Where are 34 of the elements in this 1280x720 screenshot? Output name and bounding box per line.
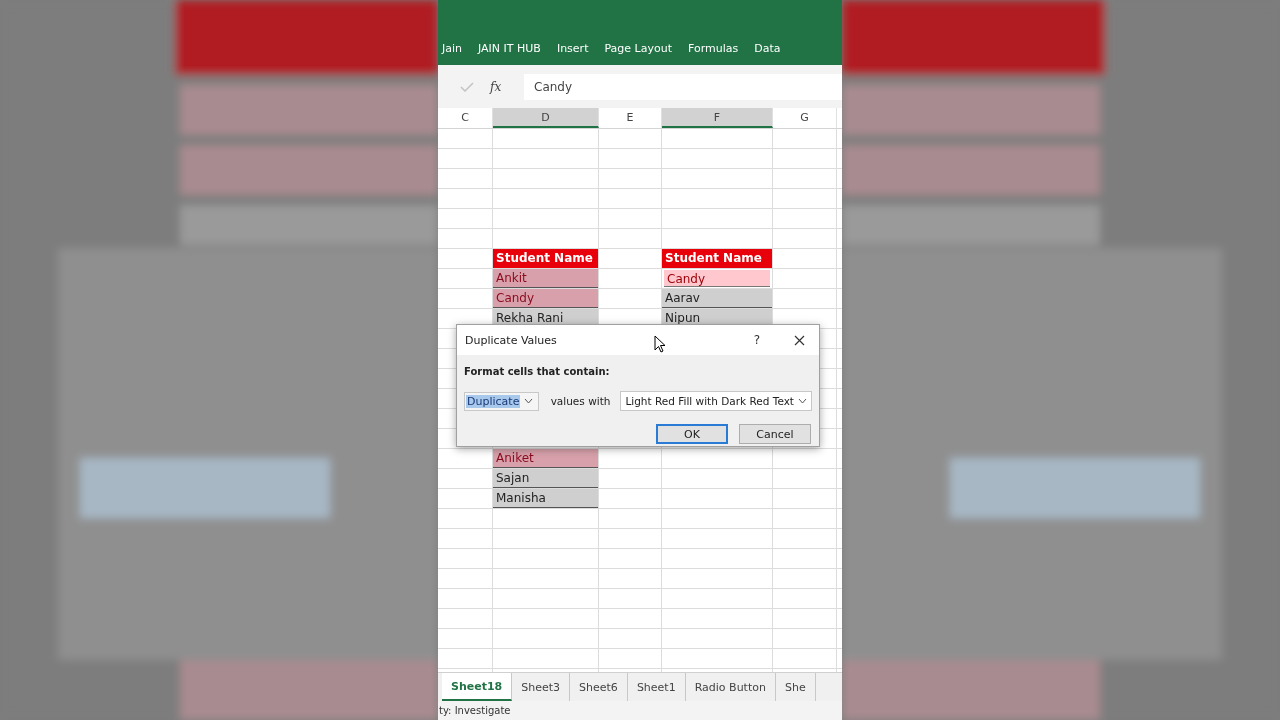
column-header[interactable]: G (773, 108, 837, 128)
ribbon-tab[interactable]: Insert (548, 42, 597, 55)
format-dropdown[interactable]: Light Red Fill with Dark Red Text (620, 391, 812, 411)
table-cell[interactable]: Manisha (493, 489, 598, 508)
values-with-label: values with (550, 395, 611, 407)
check-icon[interactable] (460, 81, 474, 92)
table-cell[interactable]: Aarav (662, 289, 772, 308)
status-text: ty: Investigate (439, 705, 511, 716)
table-cell[interactable]: Sajan (493, 469, 598, 488)
caret-icon (798, 398, 807, 404)
help-button[interactable]: ? (753, 333, 760, 347)
caret-icon (524, 398, 534, 404)
formula-field[interactable]: Candy (524, 73, 842, 100)
ribbon-tab[interactable]: JAIN IT HUB (470, 42, 549, 55)
table-cell[interactable]: Ankit (493, 269, 598, 288)
close-icon[interactable] (794, 334, 805, 346)
ok-button[interactable]: OK (656, 424, 728, 444)
sheet-tab[interactable]: Sheet18 (442, 673, 513, 701)
prompt-label: Format cells that contain: (464, 366, 610, 377)
header-cell: Student Name (493, 249, 598, 268)
type-dropdown[interactable]: Duplicate (464, 391, 539, 411)
ribbon-tab[interactable]: Data (746, 42, 789, 55)
table-cell[interactable]: Candy (493, 289, 598, 308)
table-cell[interactable]: Aniket (493, 449, 598, 468)
cancel-button[interactable]: Cancel (739, 424, 811, 444)
header-cell: Student Name (662, 249, 772, 268)
dialog-title: Duplicate Values (465, 333, 557, 347)
ribbon-tab[interactable]: Jain (438, 42, 470, 55)
ribbon-tab[interactable]: Formulas (680, 42, 747, 55)
table-cell[interactable]: Candy (664, 270, 770, 287)
column-header[interactable]: D (493, 108, 599, 128)
ribbon-tab[interactable]: Page Layout (596, 42, 680, 55)
column-header[interactable]: F (662, 108, 773, 128)
function-button[interactable]: fx (490, 79, 512, 94)
